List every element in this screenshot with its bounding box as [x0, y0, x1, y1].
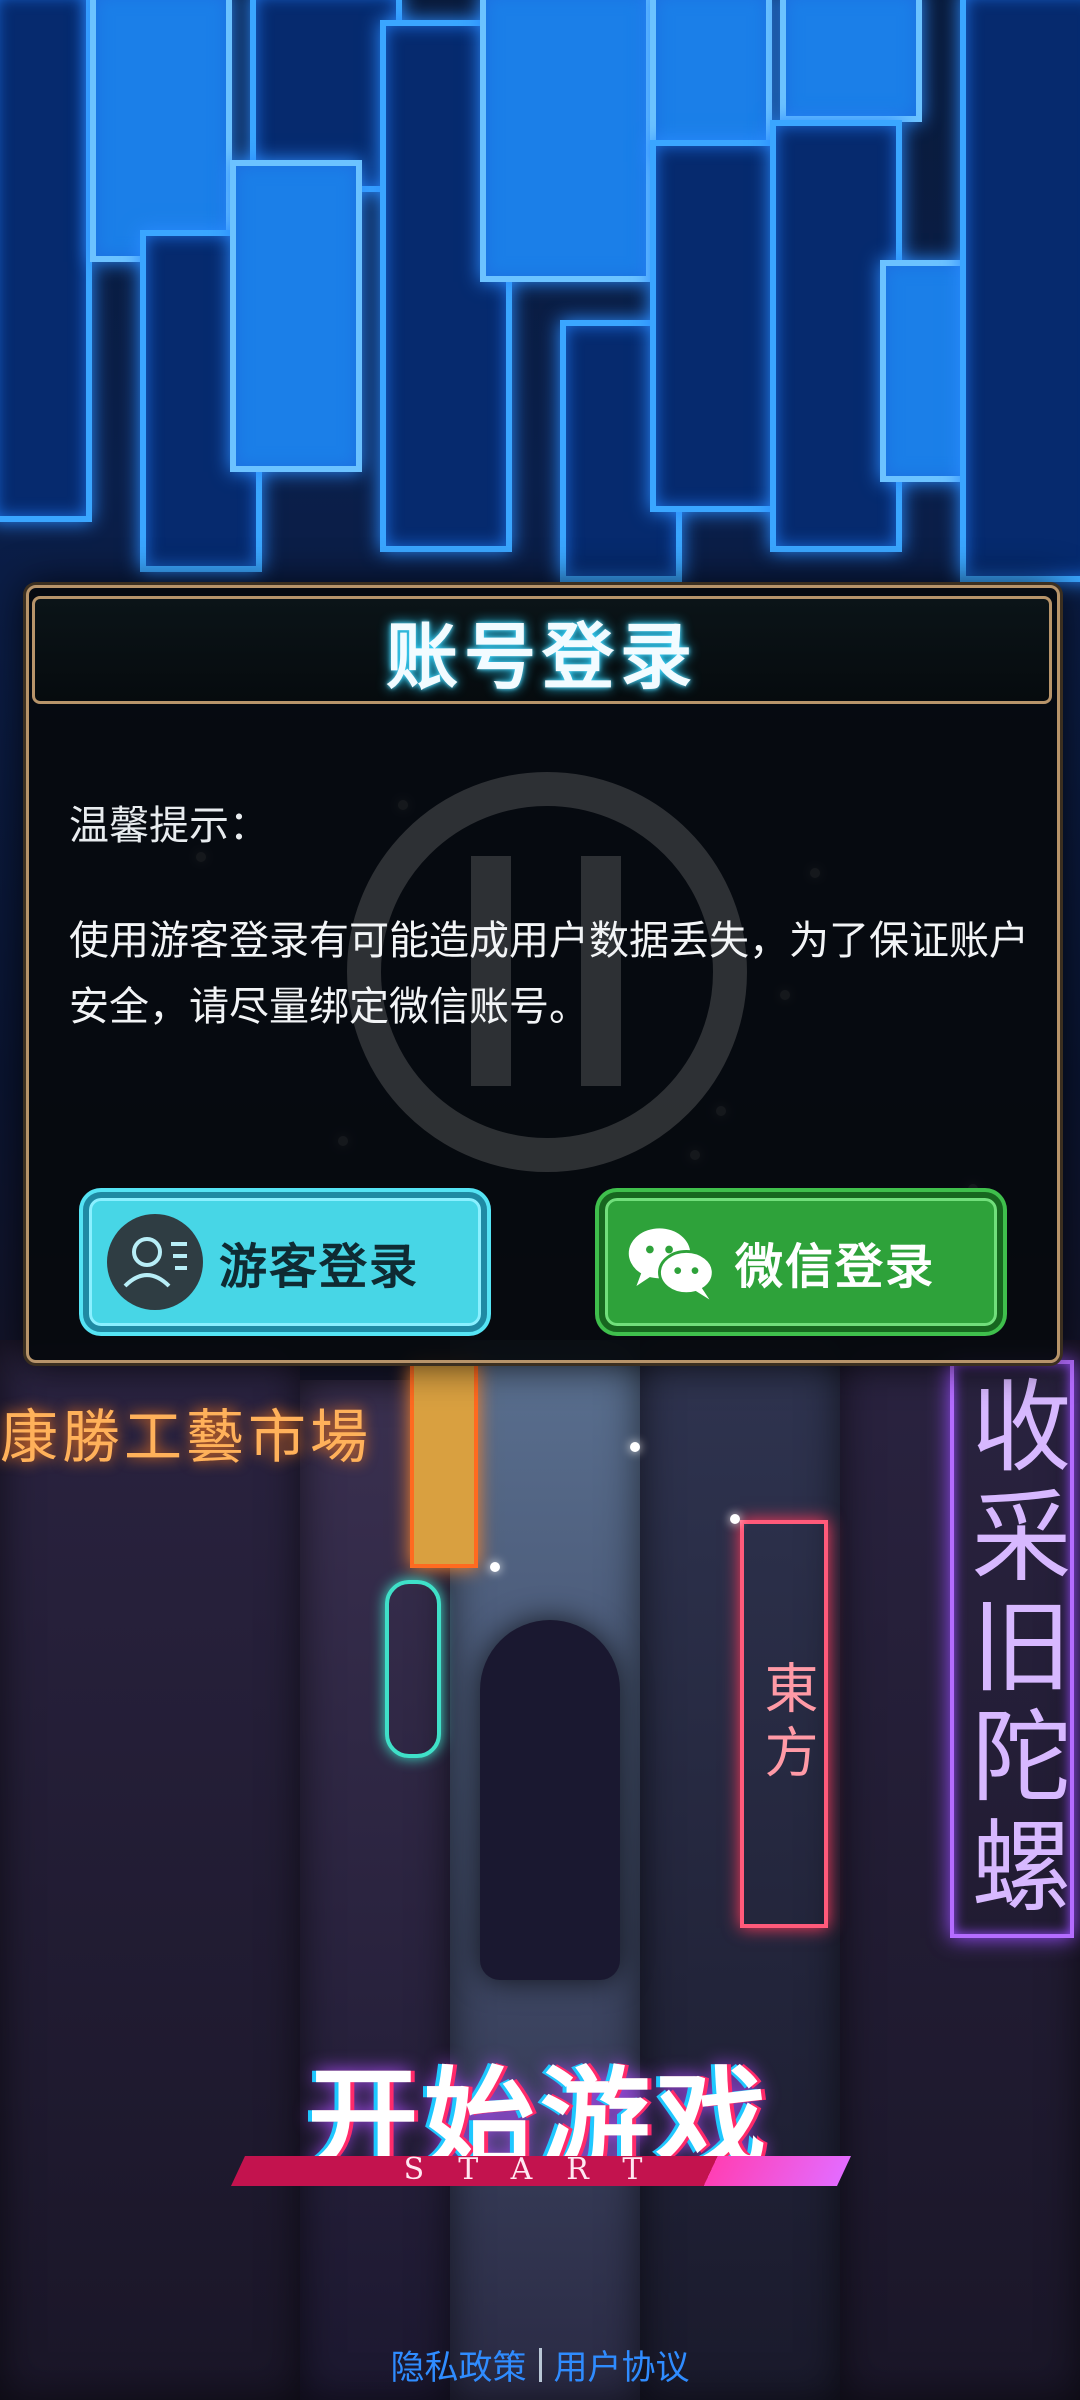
- wechat-login-button[interactable]: 微信登录: [599, 1192, 1003, 1332]
- dialog-title: 账号登录: [385, 614, 698, 699]
- neon-sign-small: 東方: [740, 1520, 828, 1928]
- hooded-figure: [480, 1620, 620, 1980]
- start-game-subtitle: START: [403, 2152, 677, 2187]
- user-agreement-link[interactable]: 用户协议: [554, 2340, 690, 2389]
- user-card-icon: [107, 1214, 203, 1310]
- neon-tube: [385, 1580, 441, 1758]
- neon-sign-left: 康勝工藝市場: [0, 1403, 373, 1471]
- guest-login-button[interactable]: 游客登录: [83, 1192, 487, 1332]
- background-tiles: [0, 0, 1080, 600]
- guest-login-label: 游客登录: [219, 1239, 420, 1295]
- dialog-title-bar: 账号登录: [32, 596, 1052, 704]
- footer-separator: [538, 2347, 542, 2382]
- tip-heading: 温馨提示：: [69, 803, 269, 849]
- neon-sign-right: 收采旧陀螺: [950, 1360, 1074, 1938]
- neon-lantern: [410, 1360, 478, 1568]
- privacy-policy-link[interactable]: 隐私政策: [391, 2340, 527, 2389]
- wechat-login-label: 微信登录: [735, 1239, 936, 1295]
- start-game-button[interactable]: 开始游戏 START: [230, 2030, 851, 2210]
- account-login-dialog: 账号登录 温馨提示： 使用游客登录有可能造成用户数据丢失，为了保证账户安全，请尽…: [26, 585, 1060, 1363]
- game-login-screen: 康勝工藝市場 收采旧陀螺 東方 账号登录 温馨提示： 使用游客登录有可能造成用户…: [0, 0, 1080, 2400]
- footer-links: 隐私政策 用户协议: [0, 2340, 1080, 2389]
- wechat-icon: [623, 1214, 719, 1310]
- tip-message: 使用游客登录有可能造成用户数据丢失，为了保证账户安全，请尽量绑定微信账号。: [69, 918, 1029, 1030]
